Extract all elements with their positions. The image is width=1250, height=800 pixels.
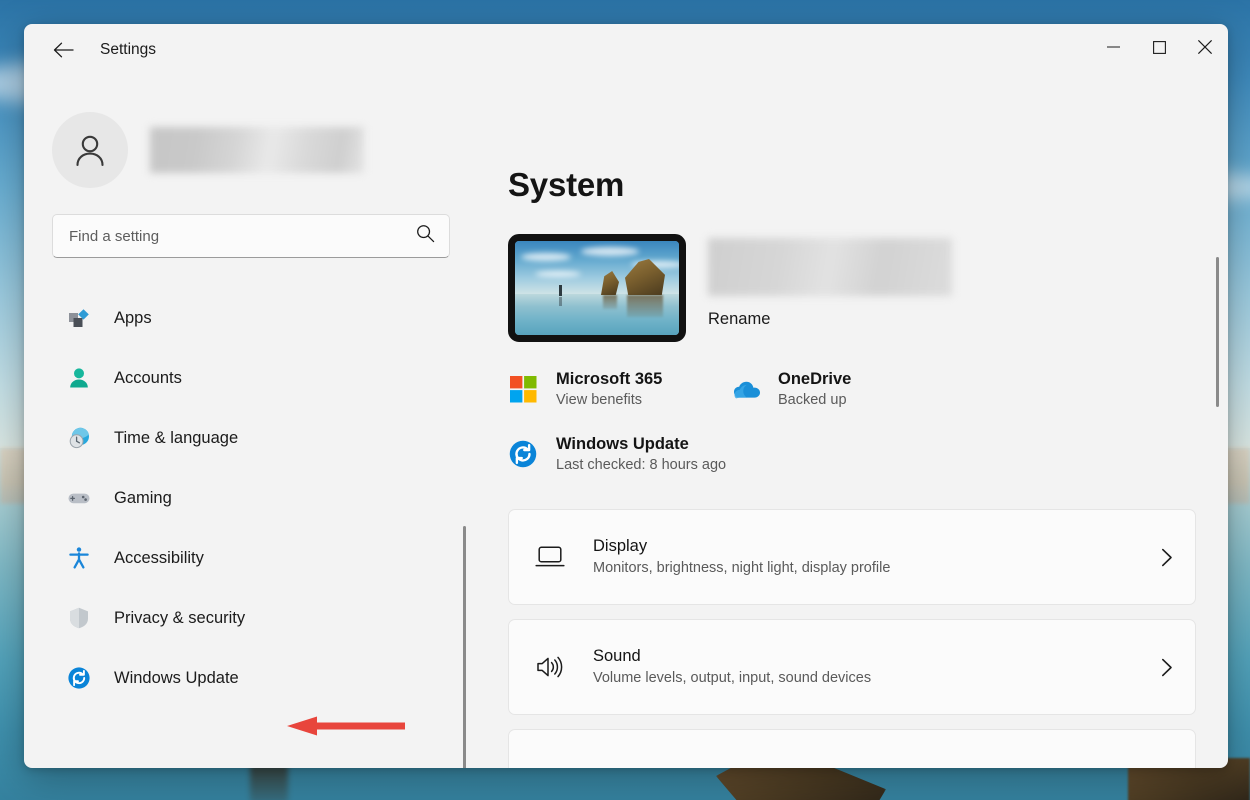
card-title: Sound	[593, 645, 1161, 668]
sidebar-item-time-language[interactable]: Time & language	[52, 408, 460, 468]
settings-card-partial[interactable]	[508, 729, 1196, 768]
search-field[interactable]	[69, 228, 416, 245]
settings-window: Settings	[24, 24, 1228, 768]
sidebar: Apps Accounts	[24, 76, 480, 768]
sidebar-item-label: Gaming	[114, 489, 172, 508]
close-icon[interactable]	[1182, 24, 1228, 70]
account-name-redacted	[150, 127, 364, 173]
sidebar-item-label: Time & language	[114, 429, 238, 448]
device-info: Rename	[708, 234, 952, 329]
wallpaper-reflection	[250, 764, 288, 800]
maximize-icon[interactable]	[1136, 24, 1182, 70]
window-body: Apps Accounts	[24, 76, 1228, 768]
microsoft-365-text: Microsoft 365 View benefits	[556, 368, 662, 411]
app-title: Settings	[100, 24, 156, 76]
sidebar-item-accounts[interactable]: Accounts	[52, 348, 460, 408]
tile-title: Windows Update	[556, 433, 726, 455]
sidebar-item-privacy-security[interactable]: Privacy & security	[52, 588, 460, 648]
windows-update-tile[interactable]: Windows Update Last checked: 8 hours ago	[508, 433, 1228, 476]
minimize-icon[interactable]	[1090, 24, 1136, 70]
title-bar: Settings	[24, 24, 1228, 76]
rename-button[interactable]: Rename	[708, 310, 952, 329]
sidebar-item-label: Accessibility	[114, 549, 204, 568]
accounts-person-icon	[66, 365, 92, 391]
monitor-icon	[533, 540, 567, 574]
person-avatar-icon	[52, 112, 128, 188]
card-text: Display Monitors, brightness, night ligh…	[593, 535, 1161, 579]
search-icon	[416, 224, 435, 248]
gamepad-icon	[66, 485, 92, 511]
shield-icon	[66, 605, 92, 631]
main-scrollbar[interactable]	[1216, 257, 1219, 407]
microsoft-logo-icon	[508, 374, 538, 404]
back-arrow-icon[interactable]	[46, 34, 80, 66]
settings-card-display[interactable]: Display Monitors, brightness, night ligh…	[508, 509, 1196, 605]
onedrive-cloud-icon	[730, 374, 760, 404]
device-wallpaper-thumbnail[interactable]	[508, 234, 686, 342]
settings-card-sound[interactable]: Sound Volume levels, output, input, soun…	[508, 619, 1196, 715]
chevron-right-icon[interactable]	[1161, 548, 1173, 567]
card-text: Sound Volume levels, output, input, soun…	[593, 645, 1161, 689]
sidebar-item-accessibility[interactable]: Accessibility	[52, 528, 460, 588]
windows-update-refresh-icon	[508, 439, 538, 469]
card-subtitle: Monitors, brightness, night light, displ…	[593, 558, 1161, 579]
sidebar-scrollbar[interactable]	[463, 526, 466, 768]
onedrive-tile[interactable]: OneDrive Backed up	[730, 368, 851, 411]
windows-update-text: Windows Update Last checked: 8 hours ago	[556, 433, 726, 476]
tile-subtitle: Last checked: 8 hours ago	[556, 455, 726, 475]
sidebar-item-label: Windows Update	[114, 669, 239, 688]
window-controls	[1090, 24, 1228, 70]
sidebar-item-label: Apps	[114, 309, 152, 328]
tile-title: Microsoft 365	[556, 368, 662, 390]
status-row: Microsoft 365 View benefits OneDrive Bac…	[508, 368, 1228, 411]
windows-update-refresh-icon	[66, 665, 92, 691]
card-subtitle: Volume levels, output, input, sound devi…	[593, 668, 1161, 689]
speaker-icon	[533, 650, 567, 684]
tile-subtitle: Backed up	[778, 390, 851, 410]
device-row: Rename	[508, 234, 1228, 342]
apps-icon	[66, 305, 92, 331]
tile-subtitle: View benefits	[556, 390, 662, 410]
device-name-redacted	[708, 238, 952, 296]
onedrive-text: OneDrive Backed up	[778, 368, 851, 411]
card-title: Display	[593, 535, 1161, 558]
sidebar-nav-list: Apps Accounts	[52, 288, 480, 708]
search-input[interactable]	[52, 214, 450, 258]
settings-card-list: Display Monitors, brightness, night ligh…	[508, 509, 1196, 768]
sidebar-item-gaming[interactable]: Gaming	[52, 468, 460, 528]
tile-title: OneDrive	[778, 368, 851, 390]
sidebar-item-label: Accounts	[114, 369, 182, 388]
sidebar-item-windows-update[interactable]: Windows Update	[52, 648, 460, 708]
clock-globe-icon	[66, 425, 92, 451]
page-title: System	[508, 166, 1228, 204]
account-tile[interactable]	[52, 104, 480, 196]
sidebar-item-apps[interactable]: Apps	[52, 288, 460, 348]
main-content: System Renam	[480, 76, 1228, 768]
microsoft-365-tile[interactable]: Microsoft 365 View benefits	[508, 368, 730, 411]
chevron-right-icon[interactable]	[1161, 658, 1173, 677]
sidebar-item-label: Privacy & security	[114, 609, 245, 628]
accessibility-person-icon	[66, 545, 92, 571]
